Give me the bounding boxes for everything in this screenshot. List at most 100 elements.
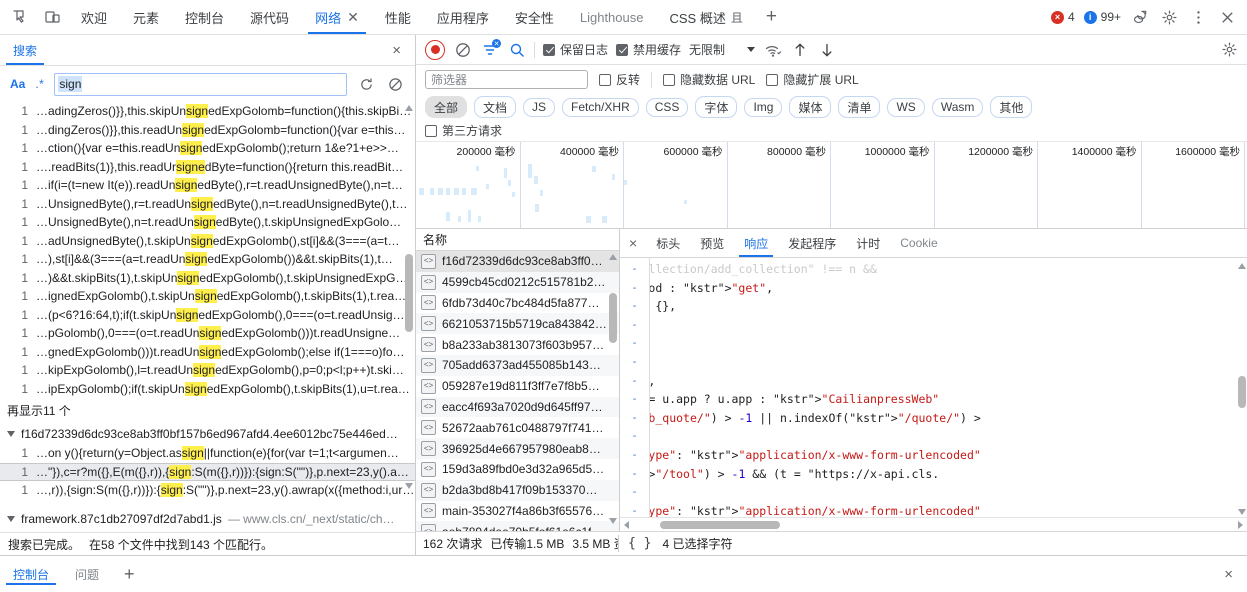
request-row[interactable]: <> b2da3bd8b417f09b153370… xyxy=(416,479,619,501)
search-result-row[interactable]: 1 …ction(){var e=this.readUnsignedExpGolo… xyxy=(0,139,415,158)
tab-application[interactable]: 应用程序 xyxy=(424,0,502,34)
code-scrollbar[interactable] xyxy=(1236,258,1247,517)
search-result-row[interactable]: 1 ….readBits(1)},this.readUrsignedByte=fu… xyxy=(0,158,415,177)
network-conditions-icon[interactable] xyxy=(763,40,782,59)
drawer-tab-console[interactable]: 控制台 xyxy=(0,556,62,592)
request-row[interactable]: <> 52672aab761c0488797f741… xyxy=(416,417,619,438)
scroll-thumb[interactable] xyxy=(608,293,617,343)
invert-checkbox[interactable]: 反转 xyxy=(599,71,640,88)
search-results-scrollbar[interactable] xyxy=(403,102,414,532)
tab-search[interactable]: 搜索 xyxy=(0,35,50,65)
tab-lighthouse[interactable]: Lighthouse xyxy=(567,0,657,34)
request-row[interactable]: <> main-353027f4a86b3f65576… xyxy=(416,501,619,522)
detail-tab-Cookie[interactable]: Cookie xyxy=(890,229,947,257)
clear-icon[interactable] xyxy=(386,75,405,94)
refresh-icon[interactable] xyxy=(357,75,376,94)
device-toolbar-icon[interactable] xyxy=(42,7,62,27)
code-horizontal-scrollbar[interactable] xyxy=(620,517,1247,531)
search-result-row[interactable]: 1 …on y(){return(y=Object.assign||functio… xyxy=(0,444,415,463)
request-row[interactable]: <> 705add6373ad455085b143… xyxy=(416,354,619,376)
type-filter-wasm[interactable]: Wasm xyxy=(931,97,984,117)
detail-tab-发起程序[interactable]: 发起程序 xyxy=(778,229,846,257)
request-row[interactable]: <> f16d72339d6dc93ce8ab3ff0… xyxy=(416,251,619,272)
search-result-group-header[interactable]: framework.87c1db27097df2d7abd1.js — www.c… xyxy=(0,509,415,530)
filter-input[interactable]: 筛选器 xyxy=(425,70,588,89)
search-result-row[interactable]: 1 …adUnsignedByte(),t.skipUnsignedExpGolo… xyxy=(0,232,415,251)
drawer-close-icon[interactable]: × xyxy=(1210,566,1247,583)
search-input[interactable]: sign xyxy=(54,72,347,96)
network-settings-gear-icon[interactable] xyxy=(1221,41,1238,58)
search-result-row[interactable]: 1 …UnsignedByte(),n=t.readUnsignedByte(),… xyxy=(0,213,415,232)
scroll-thumb[interactable] xyxy=(404,254,413,332)
scroll-down-arrow[interactable] xyxy=(403,480,414,491)
type-filter--[interactable]: 媒体 xyxy=(789,96,832,118)
search-result-row[interactable]: 1 …ipExpGolomb();if(t.skipUnsignedExpGolo… xyxy=(0,380,415,399)
type-filter-ws[interactable]: WS xyxy=(887,97,925,117)
response-code-viewer[interactable]: ------------------ o && o.did && "/v1/co… xyxy=(620,258,1247,517)
tab-security[interactable]: 安全性 xyxy=(502,0,567,34)
request-row[interactable]: <> aeb7894dee70b5fef61e6c1f xyxy=(416,521,619,531)
show-more-results-button[interactable]: 再显示11 个 xyxy=(0,398,415,423)
scroll-up-arrow[interactable] xyxy=(1236,260,1247,271)
search-result-row[interactable]: 1 …,r)),{sign:S(m({},r))}):{sign:S("")},p… xyxy=(0,481,415,500)
scroll-thumb[interactable] xyxy=(660,520,780,529)
type-filter--[interactable]: 字体 xyxy=(695,96,738,118)
regex-toggle[interactable]: .* xyxy=(35,77,44,91)
search-result-row[interactable]: 1 …dingZeros()}},this.readUnsignedExpGolo… xyxy=(0,121,415,140)
type-filter-css[interactable]: CSS xyxy=(645,97,689,117)
search-icon[interactable] xyxy=(507,40,526,59)
tab-css-overview[interactable]: CSS 概述 且 xyxy=(656,0,755,34)
response-code[interactable]: o && o.did && "/v1/collection/add_collec… xyxy=(650,258,1247,517)
scroll-up-arrow[interactable] xyxy=(403,102,414,113)
request-row[interactable]: <> 6fdb73d40c7bc484d5fa877… xyxy=(416,293,619,314)
close-icon[interactable]: × xyxy=(620,229,646,257)
add-panel-button[interactable]: + xyxy=(756,0,787,34)
scroll-down-arrow[interactable] xyxy=(607,515,618,526)
export-har-icon[interactable] xyxy=(817,40,836,59)
import-har-icon[interactable] xyxy=(790,40,809,59)
inspect-icon[interactable] xyxy=(10,7,30,27)
request-row[interactable]: <> b8a233ab3813073f603b957… xyxy=(416,334,619,355)
record-stop-icon[interactable] xyxy=(425,39,445,60)
type-filter-img[interactable]: Img xyxy=(744,97,783,117)
request-list-scrollbar[interactable] xyxy=(607,251,618,531)
info-count-badge[interactable]: i 99+ xyxy=(1083,10,1121,24)
search-result-row[interactable]: 1 …pGolomb(),0===(o=t.readUnsignedExpGolo… xyxy=(0,324,415,343)
tab-elements[interactable]: 元素 xyxy=(120,0,172,34)
detail-tab-响应[interactable]: 响应 xyxy=(734,229,778,257)
type-filter--[interactable]: 文档 xyxy=(474,96,517,118)
search-result-row[interactable]: 1 …),st[i]&&(3===(a=t.readUnsignedExpGolo… xyxy=(0,250,415,269)
tab-sources[interactable]: 源代码 xyxy=(237,0,302,34)
hide-data-urls-checkbox[interactable]: 隐藏数据 URL xyxy=(663,71,755,88)
close-devtools-icon[interactable] xyxy=(1217,7,1237,27)
error-count-badge[interactable]: × 4 xyxy=(1050,10,1075,24)
search-result-row[interactable]: 1 …(p<6?16:64,t);if(t.skipUnsignedExpGolo… xyxy=(0,306,415,325)
request-row[interactable]: <> 6621053715b5719ca843842… xyxy=(416,313,619,335)
request-row[interactable]: <> eacc4f693a7020d9d645ff97… xyxy=(416,396,619,418)
close-icon[interactable]: ✕ xyxy=(347,10,359,24)
pretty-print-button[interactable]: { } xyxy=(628,536,651,551)
disable-cache-checkbox[interactable]: 禁用缓存 xyxy=(616,41,681,58)
clear-network-icon[interactable] xyxy=(453,40,472,59)
search-result-row[interactable]: 1 …gnedExpGolomb()))t.readUnsignedExpGolo… xyxy=(0,343,415,362)
preserve-log-checkbox[interactable]: 保留日志 xyxy=(543,41,608,58)
request-row[interactable]: <> 159d3a89fbd0e3d32a965d5… xyxy=(416,459,619,480)
settings-gear-icon[interactable] xyxy=(1159,7,1179,27)
search-result-row[interactable]: 1 …if(i=(t=new It(e)).readUnsignedByte(),… xyxy=(0,176,415,195)
drawer-add-tab-button[interactable]: + xyxy=(112,564,147,585)
network-overview-timeline[interactable]: 200000 毫秒 400000 毫秒 600000 毫秒 800000 毫秒 1000… xyxy=(416,142,1247,229)
filter-icon[interactable]: ✕ xyxy=(480,39,501,59)
match-case-toggle[interactable]: Aa xyxy=(10,77,25,91)
type-filter--[interactable]: 其他 xyxy=(990,96,1033,118)
detail-tab-预览[interactable]: 预览 xyxy=(690,229,734,257)
request-row[interactable]: <> 4599cb45cd0212c515781b2… xyxy=(416,271,619,293)
search-result-row[interactable]: 1 …kipExpGolomb(),l=t.readUnsignedExpGolo… xyxy=(0,361,415,380)
search-result-group-header[interactable]: f16d72339d6dc93ce8ab3ff0bf157b6ed967afd4… xyxy=(0,423,415,444)
drawer-tab-issues[interactable]: 问题 xyxy=(62,556,112,592)
detail-tab-计时[interactable]: 计时 xyxy=(846,229,890,257)
search-result-row[interactable]: 1 …adingZeros()}},this.skipUnsignedExpGol… xyxy=(0,102,415,121)
hide-extension-urls-checkbox[interactable]: 隐藏扩展 URL xyxy=(766,71,859,88)
detail-tab-标头[interactable]: 标头 xyxy=(646,229,690,257)
type-filter-js[interactable]: JS xyxy=(523,97,556,117)
tab-welcome[interactable]: 欢迎 xyxy=(68,0,120,34)
